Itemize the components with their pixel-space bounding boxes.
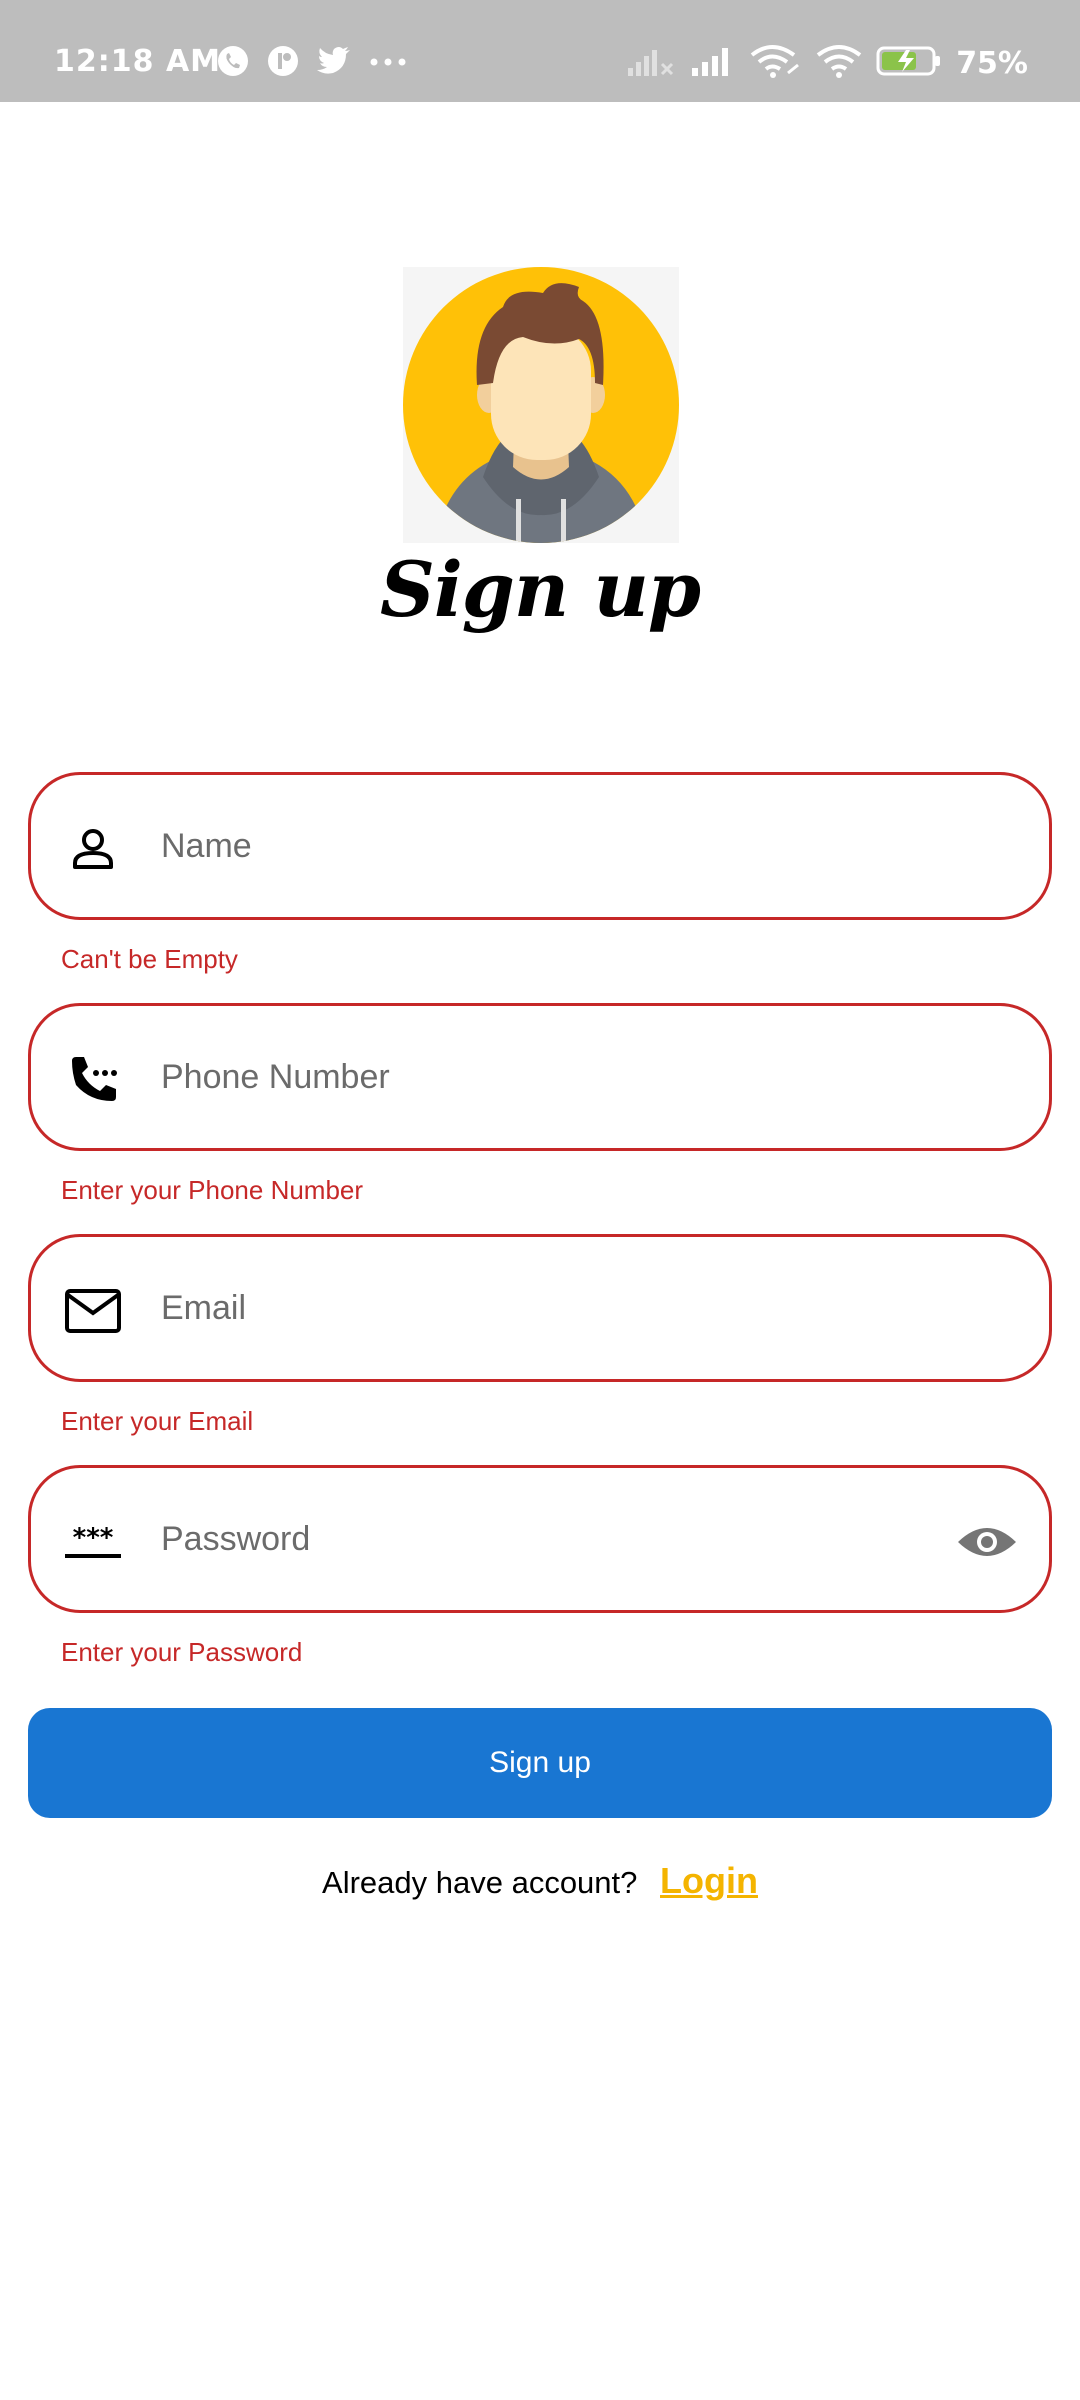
phone-dialpad-icon bbox=[63, 1050, 123, 1110]
wifi-link-icon bbox=[750, 43, 802, 84]
status-system-icons: 75% bbox=[626, 44, 1028, 82]
app-notification-icon bbox=[266, 44, 300, 83]
email-field[interactable]: Email bbox=[28, 1234, 1052, 1382]
phone-placeholder: Phone Number bbox=[161, 1058, 390, 1096]
login-link[interactable]: Login bbox=[660, 1860, 758, 1901]
email-error: Enter your Email bbox=[61, 1406, 254, 1436]
login-row: Already have account? Login bbox=[0, 1860, 1080, 1902]
signal-icon bbox=[690, 44, 736, 83]
name-placeholder: Name bbox=[161, 827, 252, 865]
wifi-icon bbox=[816, 43, 862, 84]
avatar bbox=[403, 267, 679, 543]
password-icon: *** bbox=[63, 1512, 123, 1572]
whatsapp-icon bbox=[216, 44, 250, 83]
password-field[interactable]: *** Password bbox=[28, 1465, 1052, 1613]
svg-text:***: *** bbox=[73, 1523, 114, 1553]
status-notification-icons bbox=[216, 44, 408, 83]
status-bar: 12:18 AM 75% bbox=[0, 0, 1080, 102]
battery-charging-icon bbox=[876, 45, 942, 82]
person-icon bbox=[63, 819, 123, 879]
eye-icon[interactable] bbox=[955, 1512, 1019, 1572]
mail-icon bbox=[63, 1281, 123, 1341]
signup-button[interactable]: Sign up bbox=[28, 1708, 1052, 1818]
status-time: 12:18 AM bbox=[54, 44, 222, 79]
phone-field[interactable]: Phone Number bbox=[28, 1003, 1052, 1151]
phone-error: Enter your Phone Number bbox=[61, 1175, 364, 1205]
signal-no-service-icon bbox=[626, 44, 676, 83]
battery-percent: 75% bbox=[956, 45, 1028, 81]
password-error: Enter your Password bbox=[61, 1637, 303, 1667]
email-placeholder: Email bbox=[161, 1289, 247, 1327]
more-dots-icon bbox=[368, 54, 408, 72]
login-prompt: Already have account? bbox=[322, 1865, 638, 1900]
name-field[interactable]: Name bbox=[28, 772, 1052, 920]
name-error: Can't be Empty bbox=[61, 944, 238, 974]
twitter-icon bbox=[316, 45, 352, 82]
page-title: Sign up bbox=[379, 545, 701, 634]
password-placeholder: Password bbox=[161, 1520, 311, 1558]
